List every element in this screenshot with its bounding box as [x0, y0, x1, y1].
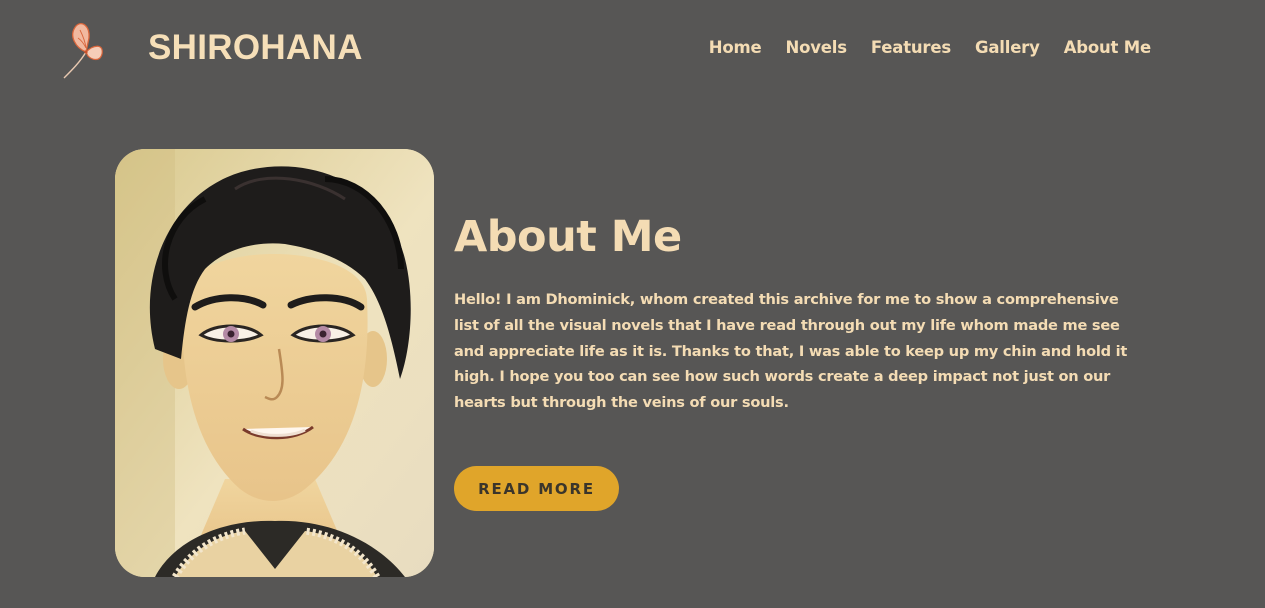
brand-name: SHIROHANA — [148, 28, 363, 67]
page-title: About Me — [454, 212, 682, 262]
nav-about-me[interactable]: About Me — [1064, 38, 1152, 57]
nav-features[interactable]: Features — [871, 38, 951, 57]
nav-gallery[interactable]: Gallery — [975, 38, 1040, 57]
main-nav: Home Novels Features Gallery About Me — [709, 38, 1151, 57]
page: SHIROHANA Home Novels Features Gallery A… — [0, 0, 1265, 608]
profile-portrait — [115, 149, 434, 577]
about-description: Hello! I am Dhominick, whom created this… — [454, 291, 1128, 412]
butterfly-icon[interactable] — [58, 18, 114, 82]
read-more-button[interactable]: READ MORE — [454, 466, 619, 511]
nav-home[interactable]: Home — [709, 38, 762, 57]
nav-novels[interactable]: Novels — [786, 38, 848, 57]
